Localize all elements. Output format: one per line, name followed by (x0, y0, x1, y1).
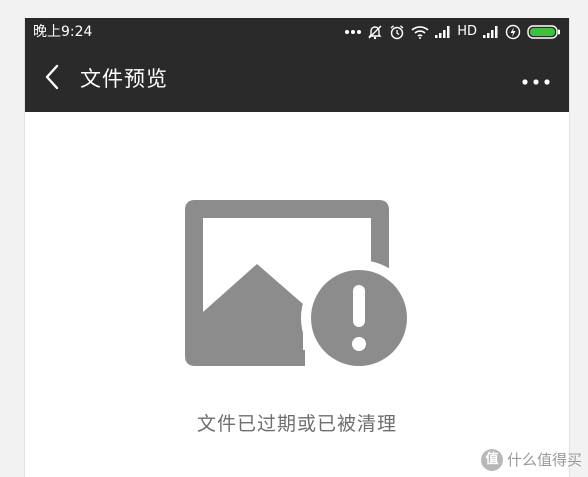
file-preview-content: 文件已过期或已被清理 (25, 112, 569, 477)
signal-icon (483, 26, 499, 38)
expired-message: 文件已过期或已被清理 (196, 413, 397, 435)
wifi-icon (411, 25, 429, 39)
status-icons: HD (345, 22, 561, 42)
status-time: 晚上9:24 (33, 24, 93, 40)
phone-screen: 晚上9:24 HD 文件预览 文件已过期或已被清理 (24, 18, 570, 477)
chevron-left-icon (44, 64, 60, 94)
mute-icon (367, 24, 383, 40)
watermark: 值 什么值得买 (480, 449, 582, 471)
battery-icon (527, 25, 561, 39)
watermark-text: 什么值得买 (506, 451, 582, 469)
screenshot-background: 晚上9:24 HD 文件预览 文件已过期或已被清理 值 什么值得买 (0, 0, 588, 477)
more-options-button[interactable] (519, 66, 553, 92)
title-bar: 文件预览 (25, 46, 569, 112)
more-dots-icon (522, 70, 550, 89)
more-dots-icon (345, 29, 362, 35)
network-label: HD (457, 24, 477, 39)
image-expired-icon (185, 200, 417, 376)
signal-icon (435, 26, 451, 38)
back-button[interactable] (37, 62, 67, 96)
watermark-logo: 值 (480, 449, 503, 471)
status-bar: 晚上9:24 HD (25, 18, 569, 46)
page-title: 文件预览 (80, 67, 168, 91)
charging-icon (505, 24, 521, 40)
alarm-icon (389, 24, 405, 40)
